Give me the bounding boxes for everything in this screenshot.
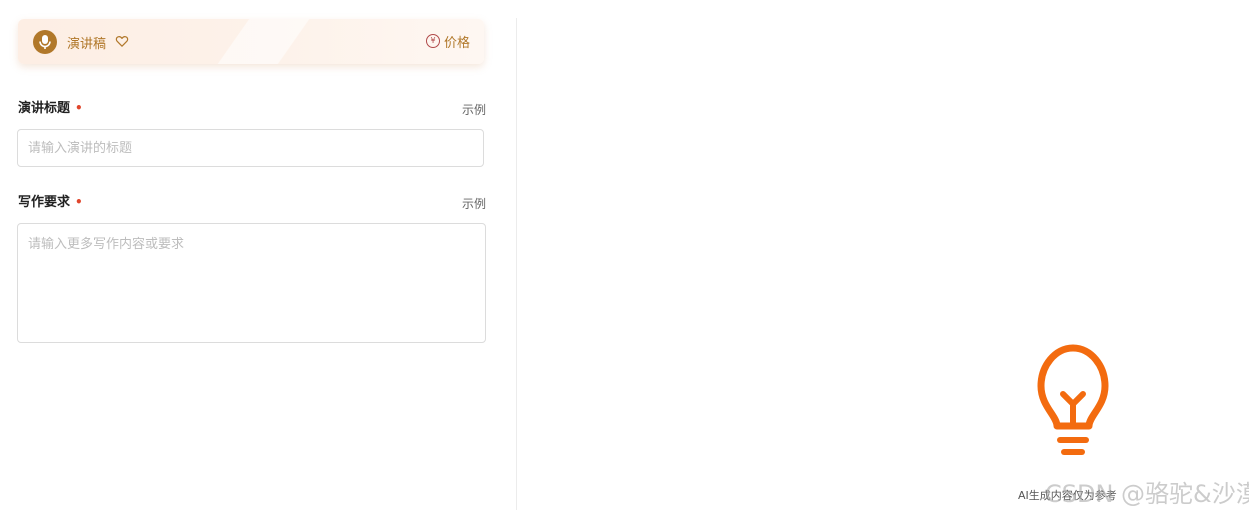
- title-field-label: 演讲标题 •: [18, 97, 83, 116]
- lightbulb-icon: [1027, 344, 1119, 460]
- microphone-icon: [33, 30, 57, 54]
- speech-title-input[interactable]: [17, 129, 484, 167]
- input-panel: 演讲稿 ¥ 价格 演讲标题 • 示例 写作要求 • 示例: [0, 0, 516, 510]
- title-example-link[interactable]: 示例: [462, 101, 486, 118]
- required-mark: •: [75, 195, 83, 209]
- required-mark: •: [75, 101, 83, 115]
- speech-writer-page: 演讲稿 ¥ 价格 演讲标题 • 示例 写作要求 • 示例: [0, 0, 1249, 510]
- output-panel: AI生成内容仅为参考 CSDN @骆驼&沙漠: [517, 0, 1249, 510]
- yen-icon: ¥: [425, 34, 440, 48]
- requirements-example-link[interactable]: 示例: [462, 195, 486, 212]
- requirements-field-label: 写作要求 •: [18, 191, 83, 210]
- watermark: CSDN @骆驼&沙漠: [1045, 480, 1249, 508]
- requirements-label-text: 写作要求: [18, 195, 71, 210]
- tool-card: 演讲稿 ¥ 价格: [18, 19, 484, 64]
- tool-name: 演讲稿: [67, 37, 107, 52]
- heart-icon[interactable]: [115, 33, 129, 47]
- price-label: 价格: [443, 35, 470, 51]
- price-button[interactable]: ¥ 价格: [425, 31, 470, 51]
- title-label-text: 演讲标题: [18, 101, 71, 116]
- writing-requirements-textarea[interactable]: [17, 223, 486, 343]
